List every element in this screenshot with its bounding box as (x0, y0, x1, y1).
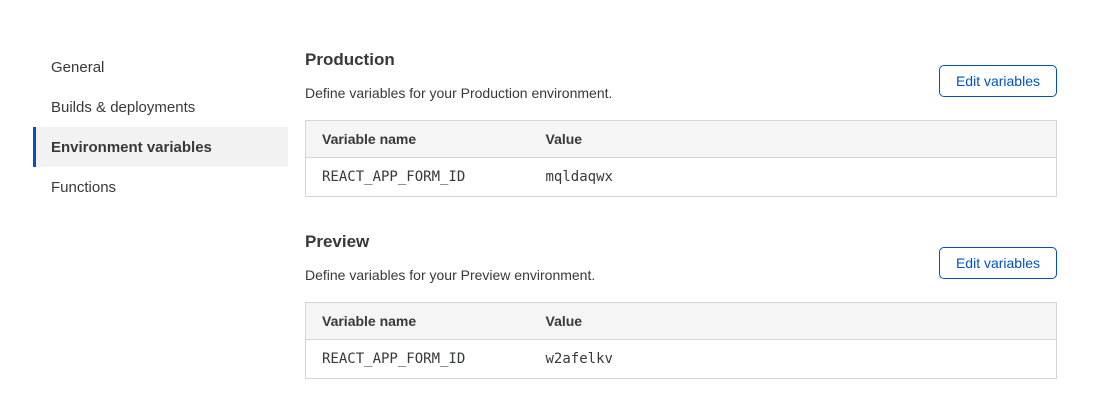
table-row: REACT_APP_FORM_ID w2afelkv (306, 340, 1057, 379)
production-section: Production Define variables for your Pro… (305, 50, 1057, 197)
settings-sidebar: General Builds & deployments Environment… (33, 47, 288, 207)
preview-edit-variables-button[interactable]: Edit variables (939, 247, 1057, 279)
sidebar-item-builds-deployments[interactable]: Builds & deployments (33, 87, 288, 127)
table-row: REACT_APP_FORM_ID mqldaqwx (306, 158, 1057, 197)
environment-variables-content: Production Define variables for your Pro… (305, 50, 1057, 414)
variable-name-column-header: Variable name (306, 303, 530, 340)
value-column-header: Value (530, 121, 1057, 158)
preview-variables-table: Variable name Value REACT_APP_FORM_ID w2… (305, 302, 1057, 379)
sidebar-item-environment-variables[interactable]: Environment variables (33, 127, 288, 167)
production-variables-table: Variable name Value REACT_APP_FORM_ID mq… (305, 120, 1057, 197)
variable-name-column-header: Variable name (306, 121, 530, 158)
value-column-header: Value (530, 303, 1057, 340)
sidebar-item-general[interactable]: General (33, 47, 288, 87)
preview-section: Preview Define variables for your Previe… (305, 232, 1057, 379)
table-header-row: Variable name Value (306, 303, 1057, 340)
settings-page: General Builds & deployments Environment… (0, 0, 1100, 420)
variable-name-cell: REACT_APP_FORM_ID (306, 340, 530, 379)
production-edit-variables-button[interactable]: Edit variables (939, 65, 1057, 97)
sidebar-item-functions[interactable]: Functions (33, 167, 288, 207)
variable-value-cell: w2afelkv (530, 340, 1057, 379)
variable-value-cell: mqldaqwx (530, 158, 1057, 197)
table-header-row: Variable name Value (306, 121, 1057, 158)
variable-name-cell: REACT_APP_FORM_ID (306, 158, 530, 197)
